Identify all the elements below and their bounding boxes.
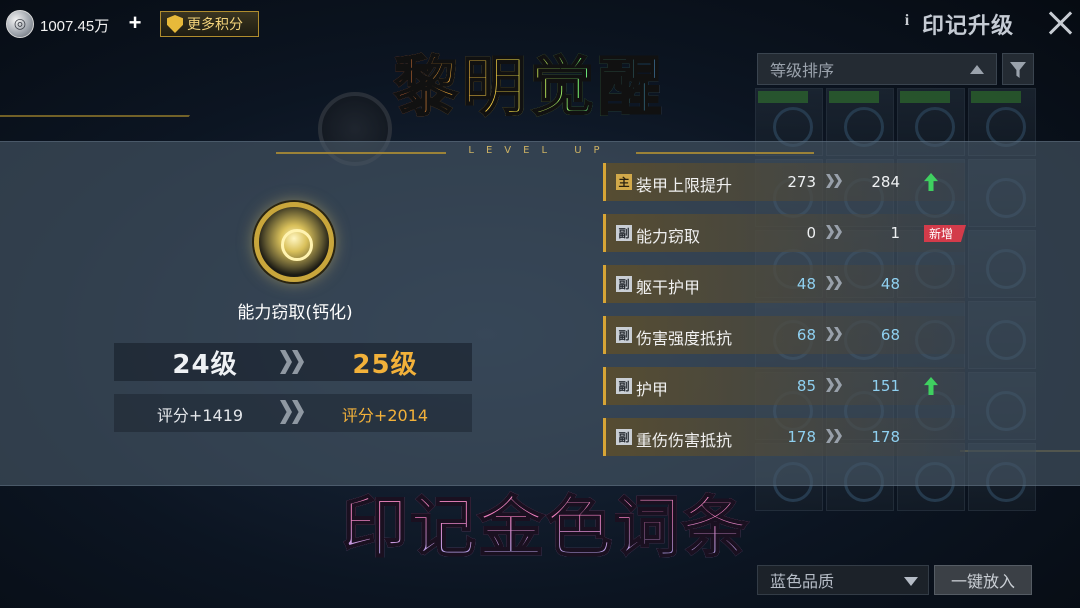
secondary-badge: 副 — [616, 225, 632, 241]
double-chevron-right-icon — [826, 325, 844, 343]
attribute-old-value: 68 — [796, 326, 816, 344]
attribute-row: 副 伤害强度抵抗 68 68 — [603, 316, 965, 354]
level-old: 24级 — [172, 350, 238, 380]
score-new: 评分+2014 — [341, 406, 429, 425]
double-chevron-right-icon — [826, 427, 844, 445]
screen-title: 印记升级 — [922, 14, 1015, 39]
double-chevron-right-icon — [826, 274, 844, 292]
quality-dropdown[interactable]: 蓝色品质 — [757, 565, 929, 595]
attribute-old-value: 48 — [796, 275, 816, 293]
more-points-label: 更多积分 — [187, 17, 243, 33]
attribute-name: 躯干护甲 — [636, 278, 701, 297]
attribute-row: 副 躯干护甲 48 48 — [603, 265, 965, 303]
sort-dropdown[interactable]: 等级排序 — [757, 53, 997, 85]
close-icon[interactable] — [1045, 8, 1075, 38]
double-chevron-right-icon — [280, 400, 308, 424]
secondary-badge: 副 — [616, 429, 632, 445]
attribute-new-value: 178 — [871, 428, 900, 446]
video-caption-title: 黎明觉醒 — [360, 36, 700, 128]
new-tag: 新增 — [924, 225, 966, 242]
secondary-badge: 副 — [616, 378, 632, 394]
banner-line-left — [276, 152, 446, 154]
attribute-name: 重伤伤害抵抗 — [636, 431, 733, 450]
primary-badge: 主 — [616, 174, 632, 190]
attribute-row: 副 护甲 85 151 — [603, 367, 965, 405]
attribute-name: 装甲上限提升 — [636, 176, 733, 195]
filter-icon[interactable] — [1002, 53, 1034, 85]
attribute-old-value: 0 — [806, 224, 816, 242]
attribute-new-value: 68 — [880, 326, 900, 344]
double-chevron-right-icon — [826, 172, 844, 190]
attribute-row: 主 装甲上限提升 273 284 — [603, 163, 965, 201]
currency-amount: 1007.45万 — [40, 18, 110, 35]
attribute-old-value: 273 — [787, 173, 816, 191]
attribute-new-value: 1 — [890, 224, 900, 242]
up-arrow-icon — [924, 173, 938, 191]
score-old: 评分+1419 — [156, 406, 244, 425]
levelup-banner: LEVEL UP — [468, 145, 612, 156]
up-arrow-icon — [924, 377, 938, 395]
double-chevron-right-icon — [826, 376, 844, 394]
attribute-new-value: 48 — [880, 275, 900, 293]
attribute-row: 副 能力窃取 0 1 新增 — [603, 214, 966, 252]
quality-label: 蓝色品质 — [770, 572, 835, 591]
one-key-insert-button[interactable]: 一键放入 — [934, 565, 1032, 595]
attribute-new-value: 151 — [871, 377, 900, 395]
add-currency-button[interactable]: + — [124, 10, 146, 36]
attribute-new-value: 284 — [871, 173, 900, 191]
video-caption-subtitle: 印记金色词条 — [316, 474, 776, 570]
attribute-old-value: 85 — [796, 377, 816, 395]
triangle-up-icon — [970, 65, 984, 74]
shield-icon — [167, 15, 183, 33]
mark-emblem-icon — [254, 202, 334, 282]
attribute-name: 护甲 — [636, 380, 669, 399]
level-new: 25级 — [352, 350, 418, 380]
attribute-name: 伤害强度抵抗 — [636, 329, 733, 348]
mark-name: 能力窃取(钙化) — [237, 303, 353, 323]
secondary-badge: 副 — [616, 327, 632, 343]
double-chevron-right-icon — [826, 223, 844, 241]
banner-line-right — [636, 152, 814, 154]
secondary-badge: 副 — [616, 276, 632, 292]
more-points-button[interactable]: 更多积分 — [160, 11, 259, 37]
attribute-row: 副 重伤伤害抵抗 178 178 — [603, 418, 965, 456]
double-chevron-right-icon — [280, 350, 308, 374]
sort-label: 等级排序 — [770, 61, 835, 80]
triangle-down-icon — [904, 577, 918, 586]
attribute-name: 能力窃取 — [636, 227, 701, 246]
info-icon[interactable]: i — [898, 12, 916, 32]
silver-coin-icon: ◎ — [6, 10, 34, 38]
attribute-old-value: 178 — [787, 428, 816, 446]
